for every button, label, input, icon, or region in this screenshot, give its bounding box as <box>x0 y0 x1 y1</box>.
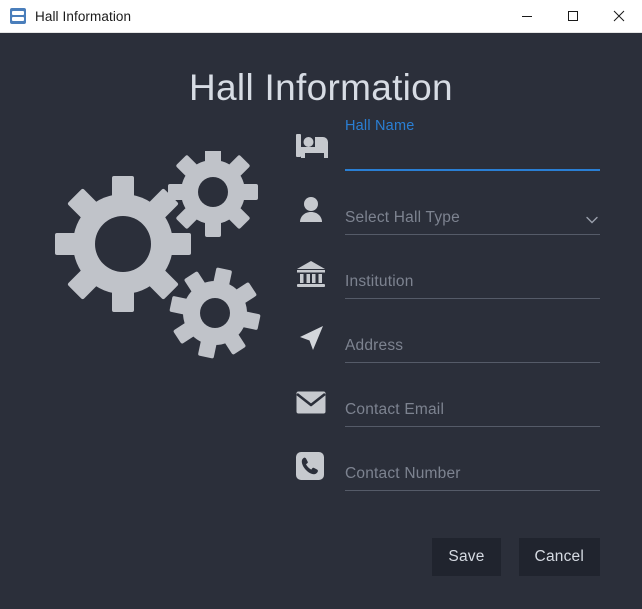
gears-illustration <box>30 147 282 381</box>
contact-email-input[interactable]: Contact Email <box>345 394 600 427</box>
field-address: Address <box>296 307 606 371</box>
close-icon <box>613 10 625 22</box>
address-control[interactable]: Address <box>345 315 600 363</box>
envelope-icon <box>296 385 336 419</box>
hall-information-form: Hall Name Select Hall Type Institution A… <box>296 115 606 499</box>
bank-icon <box>296 257 336 291</box>
navigation-arrow-icon <box>296 321 336 355</box>
person-icon <box>296 193 336 227</box>
hall-type-control[interactable]: Select Hall Type <box>345 187 600 235</box>
contact-number-input[interactable]: Contact Number <box>345 458 600 491</box>
minimize-icon <box>522 16 532 17</box>
field-contact-email: Contact Email <box>296 371 606 435</box>
contact-number-control[interactable]: Contact Number <box>345 443 600 491</box>
contact-email-control[interactable]: Contact Email <box>345 379 600 427</box>
window-title: Hall Information <box>35 8 132 24</box>
minimize-button[interactable] <box>504 0 550 32</box>
hall-type-select[interactable]: Select Hall Type <box>345 202 600 235</box>
chevron-down-icon[interactable] <box>586 216 598 224</box>
field-hall-type: Select Hall Type <box>296 179 606 243</box>
app-icon <box>10 8 26 24</box>
hall-name-label: Hall Name <box>345 118 415 134</box>
field-hall-name: Hall Name <box>296 115 606 179</box>
save-button[interactable]: Save <box>432 538 501 576</box>
phone-icon <box>296 449 336 483</box>
close-button[interactable] <box>596 0 642 32</box>
maximize-button[interactable] <box>550 0 596 32</box>
address-input[interactable]: Address <box>345 330 600 363</box>
institution-input[interactable]: Institution <box>345 266 600 299</box>
form-actions: Save Cancel <box>432 538 600 576</box>
maximize-icon <box>568 11 578 21</box>
gears-icon <box>55 147 261 359</box>
hall-name-control[interactable]: Hall Name <box>345 118 600 171</box>
app-window: Hall Information Hall Information Hall N… <box>0 0 642 609</box>
hall-name-input[interactable] <box>345 138 600 171</box>
title-bar: Hall Information <box>0 0 642 33</box>
cancel-button[interactable]: Cancel <box>518 538 600 576</box>
institution-control[interactable]: Institution <box>345 251 600 299</box>
bed-icon <box>296 129 336 163</box>
field-institution: Institution <box>296 243 606 307</box>
field-contact-number: Contact Number <box>296 435 606 499</box>
content-area: Hall Information Hall Name Select Hall T… <box>0 33 642 609</box>
page-title: Hall Information <box>189 67 453 108</box>
